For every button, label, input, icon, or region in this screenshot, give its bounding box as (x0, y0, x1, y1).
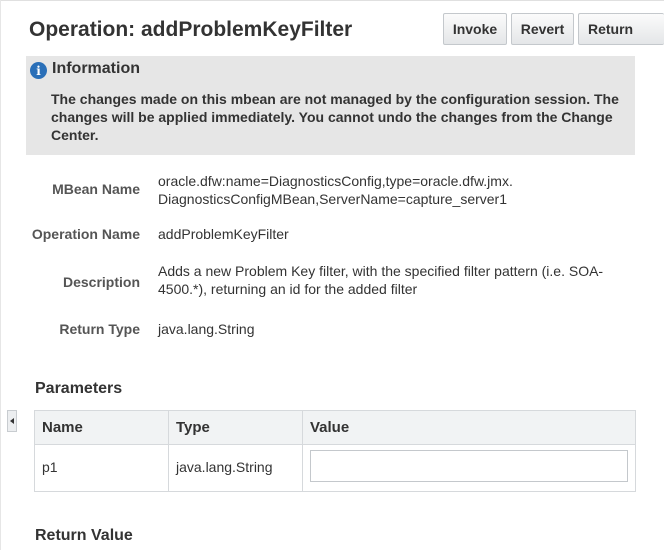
mbean-name-value: oracle.dfw:name=DiagnosticsConfig,type=o… (158, 173, 513, 207)
table-header-row: Name Type Value (35, 411, 635, 445)
information-message: The changes made on this mbean are not m… (51, 91, 619, 143)
information-title: Information (52, 60, 140, 77)
revert-button[interactable]: Revert (511, 13, 574, 45)
param-value-cell (303, 444, 635, 491)
frame-top-border (0, 0, 664, 1)
arrow-left-icon (10, 418, 14, 424)
page-title: Operation: addProblemKeyFilter (29, 18, 353, 41)
operation-name-label: Operation Name (31, 226, 140, 242)
description-value: Adds a new Problem Key filter, with the … (158, 263, 604, 297)
return-value-heading: Return Value (35, 527, 133, 544)
mbean-name-label: MBean Name (52, 181, 140, 197)
description-label: Description (62, 274, 140, 290)
information-panel: i Information The changes made on this m… (26, 56, 635, 155)
invoke-button[interactable]: Invoke (443, 13, 507, 45)
parameters-heading: Parameters (35, 380, 123, 397)
param-name-cell: p1 (35, 444, 169, 491)
column-header-type[interactable]: Type (169, 411, 303, 444)
return-type-label: Return Type (59, 321, 140, 337)
column-header-name[interactable]: Name (35, 411, 169, 444)
column-header-value[interactable]: Value (303, 411, 635, 444)
param-type-cell: java.lang.String (169, 444, 303, 491)
parameters-table: Name Type Value p1 java.lang.String (34, 410, 636, 492)
return-button[interactable]: Return (578, 13, 664, 45)
table-row: p1 java.lang.String (35, 444, 635, 491)
param-value-input[interactable] (310, 450, 628, 482)
return-type-value: java.lang.String (158, 321, 255, 337)
operation-name-value: addProblemKeyFilter (158, 226, 289, 242)
collapse-panel-handle[interactable] (7, 410, 17, 432)
info-icon: i (30, 62, 47, 79)
